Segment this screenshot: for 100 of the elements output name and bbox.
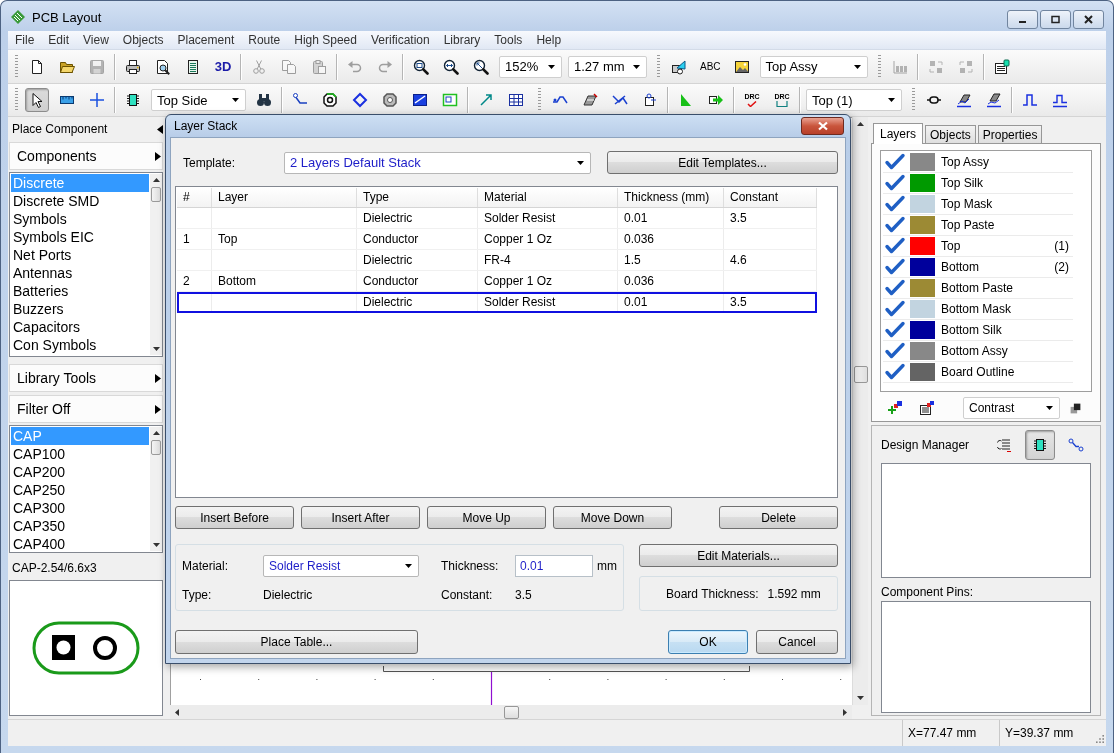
list-item[interactable]: Discrete SMD [11,192,149,210]
menu-item[interactable]: View [76,33,116,47]
ok-button[interactable]: OK [668,630,748,654]
cancel-button[interactable]: Cancel [756,630,838,654]
select-tool-button[interactable] [25,88,49,112]
list-icon [996,436,1012,453]
list-item[interactable]: CAP300 [11,499,149,517]
menu-item[interactable]: Tools [487,33,530,47]
menu-item[interactable]: Library [436,33,488,47]
list-item[interactable]: CAP200 [11,463,149,481]
board-side-dropdown[interactable]: Top Side [151,89,246,111]
grid-size-dropdown[interactable]: 1.27 mm [568,55,647,78]
category-menu-button[interactable]: Components [9,142,163,170]
text-tool-button[interactable]: ABC [697,54,724,79]
edit-materials-button[interactable]: Edit Materials... [639,544,838,567]
edit-templates-button[interactable]: Edit Templates... [607,151,838,174]
scissors-icon [251,58,267,75]
layer-checkbox[interactable] [884,153,906,171]
panel-tab[interactable]: Layers [873,123,924,144]
library-tools-button[interactable]: Library Tools [9,364,163,392]
column-header: Layer [212,188,357,207]
insert-after-button[interactable]: Insert After [301,506,420,529]
color-scheme-dropdown[interactable]: Contrast [963,397,1060,419]
list-item[interactable]: Net Ports [11,246,149,264]
list-item[interactable]: CAP100 [11,445,149,463]
table-row[interactable]: Dielectric Solder Resist 0.01 3.5 [177,208,817,229]
scrollbar[interactable] [150,174,162,355]
table-row[interactable]: Dielectric FR-4 1.5 4.6 [177,250,817,271]
close-button[interactable] [801,117,844,135]
scrollbar[interactable] [852,117,868,705]
scrollbar-thumb[interactable] [503,705,519,719]
minimize-button[interactable] [1007,10,1038,29]
move-up-button[interactable]: Move Up [427,506,546,529]
menu-item[interactable]: Placement [170,33,242,47]
menu-item[interactable]: Help [529,33,569,47]
filter-button[interactable]: Filter Off [9,395,163,423]
field-label: Template: [182,155,237,170]
layer-checkbox[interactable] [884,300,906,318]
menu-item[interactable]: Objects [115,33,171,47]
list-item[interactable]: CAP250 [11,481,149,499]
zoom-level-dropdown[interactable]: 152% [499,55,562,78]
menu-item[interactable]: File [8,33,42,47]
add-layer-button[interactable] [886,399,904,417]
layer-dropdown[interactable]: Top Assy [759,55,868,78]
field-label: Constant: [441,587,494,602]
layer-checkbox[interactable] [884,195,906,213]
maximize-button[interactable] [1040,10,1071,29]
delete-button[interactable]: Delete [719,506,838,529]
layer-dropdown[interactable]: Top (1) [806,89,902,111]
layer-checkbox[interactable] [884,321,906,339]
layer-checkbox[interactable] [884,237,906,255]
collapse-arrow-icon[interactable] [157,124,163,134]
list-item[interactable]: Antennas [11,264,149,282]
table-cell: Dielectric [357,250,478,270]
list-item[interactable]: Symbols EIC [11,228,149,246]
template-dropdown[interactable]: 2 Layers Default Stack [284,151,591,174]
plus-squares-icon [887,400,903,416]
place-table-button[interactable]: Place Table... [175,630,418,654]
layer-checkbox[interactable] [884,258,906,276]
list-item[interactable]: Buzzers [11,300,149,318]
menu-item[interactable]: High Speed [287,33,364,47]
menu-item[interactable]: Route [241,33,288,47]
document-lines-icon [185,58,201,75]
insert-before-button[interactable]: Insert Before [175,506,294,529]
material-dropdown[interactable]: Solder Resist [263,555,419,577]
scrollbar[interactable] [170,705,852,719]
pad-icon [582,92,598,108]
list-item[interactable]: CAP350 [11,517,149,535]
swap-squares-icon [927,58,944,75]
caret-icon [853,64,861,69]
panel-tab[interactable]: Properties [977,125,1043,143]
printer-icon [125,58,141,75]
list-item[interactable]: CAP400 [11,535,149,553]
panel-tab[interactable]: Objects [925,125,976,143]
3d-view-button[interactable]: 3D [211,54,235,79]
layer-checkbox[interactable] [884,363,906,381]
close-button[interactable] [1073,10,1104,29]
list-item[interactable]: Con Symbols [11,336,149,354]
scrollbar-thumb[interactable] [151,187,161,202]
list-item[interactable]: Batteries [11,282,149,300]
scroll-down-arrow-icon [152,543,160,547]
scrollbar[interactable] [150,427,162,551]
layer-checkbox[interactable] [884,174,906,192]
layer-checkbox[interactable] [884,279,906,297]
layer-checkbox[interactable] [884,342,906,360]
table-row[interactable]: 2 Bottom Conductor Copper 1 Oz 0.036 [177,271,817,292]
layer-icon [986,92,1002,108]
thickness-field[interactable]: 0.01 [515,555,593,577]
menu-item[interactable]: Verification [363,33,437,47]
list-item[interactable]: Symbols [11,210,149,228]
scrollbar-thumb[interactable] [853,366,868,384]
layer-checkbox[interactable] [884,216,906,234]
component-view-button[interactable] [1025,429,1055,460]
move-down-button[interactable]: Move Down [553,506,672,529]
table-row[interactable]: Dielectric Solder Resist 0.01 3.5 [177,292,817,313]
list-item[interactable]: Capacitors [11,318,149,336]
scrollbar-thumb[interactable] [151,440,161,455]
table-row[interactable]: 1 Top Conductor Copper 1 Oz 0.036 [177,229,817,250]
menu-item[interactable]: Edit [41,33,77,47]
layer-properties-button[interactable] [918,399,936,417]
